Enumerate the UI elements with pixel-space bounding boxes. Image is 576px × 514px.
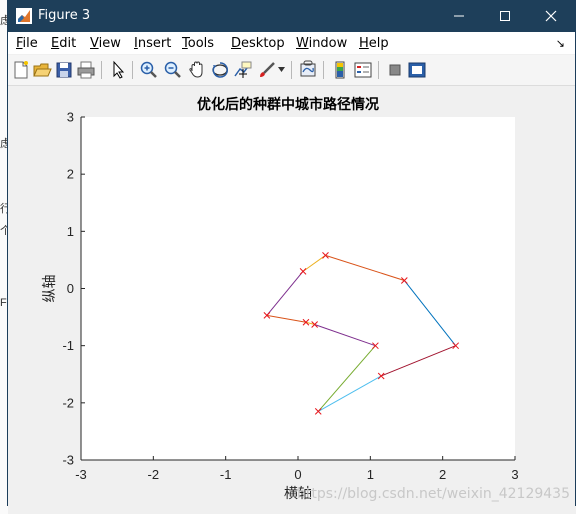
- y-tick-label: 1: [67, 224, 74, 239]
- y-tick-label: -2: [62, 395, 74, 410]
- y-tick-label: 2: [67, 167, 74, 182]
- y-tick-label: -1: [62, 338, 74, 353]
- y-tick-label: -3: [62, 453, 74, 468]
- x-tick-label: -1: [220, 467, 232, 482]
- x-tick-label: -2: [148, 467, 160, 482]
- plot-axes[interactable]: -3 -2 -1 0 1 2 3-3-2-10123 横轴 纵轴: [0, 0, 576, 514]
- x-tick-label: 0: [294, 467, 301, 482]
- watermark-text: https://blog.csdn.net/weixin_42129435: [296, 486, 570, 502]
- y-tick-label: 0: [67, 281, 74, 296]
- axes-background: [81, 117, 515, 460]
- y-axis-label: 纵轴: [42, 275, 58, 303]
- x-tick-label: 2: [439, 467, 446, 482]
- x-tick-label: 3: [511, 467, 518, 482]
- x-tick-label: 1: [367, 467, 374, 482]
- y-tick-label: 3: [67, 110, 74, 125]
- x-tick-label: -3: [75, 467, 87, 482]
